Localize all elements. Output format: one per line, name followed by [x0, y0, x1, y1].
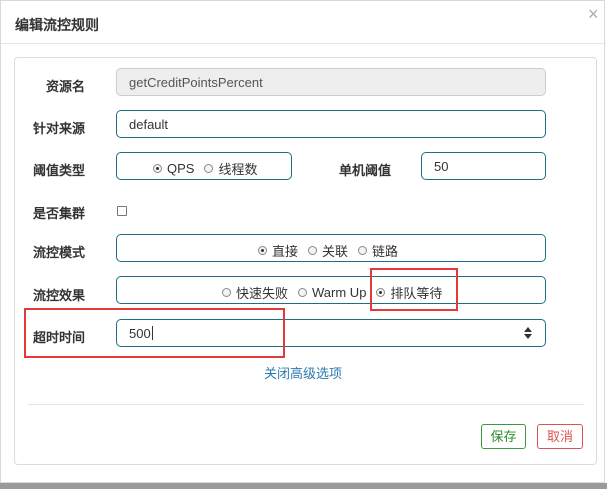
threshold-type-label: 阈值类型: [33, 163, 86, 178]
single-threshold-value: 50: [434, 159, 449, 174]
resource-label: 资源名: [46, 79, 86, 94]
limit-app-input[interactable]: default: [116, 110, 546, 138]
close-advanced-options-link[interactable]: 关闭高级选项: [264, 363, 342, 382]
dialog-title: 编辑流控规则: [15, 17, 99, 33]
flow-effect-warm-up-option[interactable]: Warm Up: [298, 285, 366, 300]
resource-input: getCreditPointsPercent: [116, 68, 546, 96]
flow-effect-label: 流控效果: [33, 288, 86, 303]
annotation-highlight-queue: [370, 268, 458, 311]
resource-value: getCreditPointsPercent: [129, 75, 263, 90]
threshold-type-qps-option[interactable]: QPS: [153, 161, 194, 176]
radio-thread-count-label: 线程数: [218, 162, 258, 177]
radio-warm-up-label: Warm Up: [312, 285, 367, 300]
threshold-type-group: QPS 线程数: [116, 152, 292, 180]
flow-effect-group: 快速失败 Warm Up 排队等待: [116, 276, 546, 304]
cluster-label: 是否集群: [33, 206, 86, 221]
spinner-down-icon[interactable]: [524, 334, 532, 339]
radio-qps[interactable]: [153, 164, 162, 173]
save-button[interactable]: 保存: [481, 424, 526, 449]
radio-direct-label: 直接: [272, 244, 299, 259]
flow-mode-label: 流控模式: [33, 245, 86, 260]
radio-warm-up[interactable]: [298, 288, 308, 297]
radio-fast-fail[interactable]: [222, 288, 231, 297]
radio-relate-label: 关联: [322, 244, 349, 259]
window-bottom-bar: [0, 483, 607, 489]
flow-mode-direct-option[interactable]: 直接: [258, 241, 298, 260]
radio-qps-label: QPS: [167, 161, 195, 176]
single-threshold-input[interactable]: 50: [421, 152, 546, 180]
threshold-type-thread-option[interactable]: 线程数: [204, 159, 257, 178]
single-threshold-label: 单机阈值: [339, 163, 392, 178]
flow-mode-chain-option[interactable]: 链路: [358, 241, 398, 260]
spinner-up-icon[interactable]: [524, 327, 532, 332]
radio-fast-fail-label: 快速失败: [236, 286, 289, 301]
cancel-button[interactable]: 取消: [537, 424, 583, 449]
radio-relate[interactable]: [308, 246, 318, 255]
close-icon[interactable]: ×: [588, 5, 599, 23]
limit-app-value: default: [129, 117, 169, 132]
edit-flow-rule-dialog: 编辑流控规则 × 资源名 getCreditPointsPercent 针对来源…: [0, 0, 606, 483]
flow-mode-relate-option[interactable]: 关联: [308, 241, 348, 260]
header-divider: [1, 43, 606, 44]
radio-chain[interactable]: [358, 246, 368, 255]
radio-direct[interactable]: [258, 246, 267, 255]
footer-divider: [28, 404, 584, 405]
radio-chain-label: 链路: [372, 244, 399, 259]
flow-mode-group: 直接 关联 链路: [116, 234, 546, 262]
annotation-highlight-timeout: [24, 308, 285, 358]
cluster-checkbox[interactable]: [117, 206, 127, 216]
limit-app-label: 针对来源: [33, 121, 86, 136]
number-spinner-icon[interactable]: [524, 327, 532, 339]
radio-thread-count[interactable]: [204, 164, 214, 173]
flow-effect-fast-fail-option[interactable]: 快速失败: [222, 283, 288, 302]
